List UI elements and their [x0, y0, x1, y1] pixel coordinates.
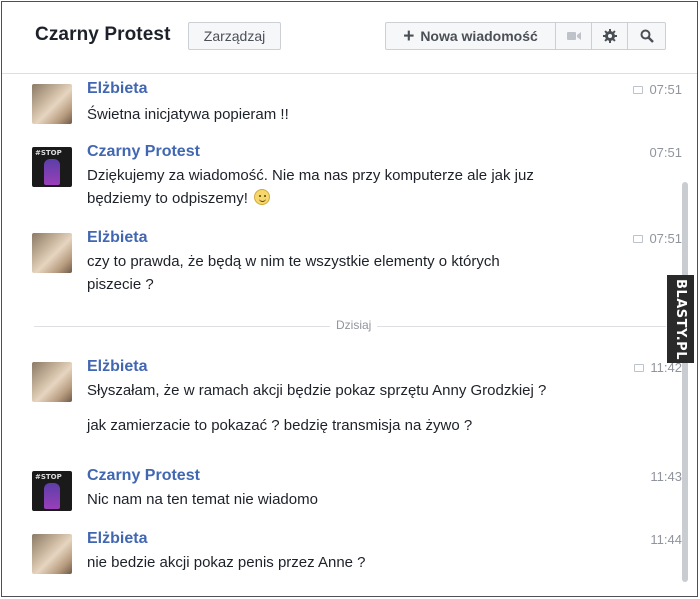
video-icon [566, 32, 581, 40]
avatar[interactable]: #STOP [32, 147, 72, 187]
message-text: czy to prawda, że będą w nim te wszystki… [87, 253, 500, 270]
date-divider-label: Dzisiaj [330, 318, 378, 332]
message-time: 11:43 [650, 469, 682, 484]
message-text: Nic nam na ten temat nie wiadomo [87, 491, 318, 508]
message-text: jak zamierzacie to pokazać ? bedzię tran… [87, 417, 473, 434]
message-time: 11:44 [650, 532, 682, 547]
manage-button[interactable]: Zarządzaj [188, 22, 281, 50]
avatar[interactable] [32, 362, 72, 402]
sender-name[interactable]: Elżbieta [87, 358, 147, 376]
new-message-label: Nowa wiadomość [420, 28, 538, 44]
avatar[interactable] [32, 534, 72, 574]
seen-icon [634, 363, 645, 372]
message-text: Słyszałam, że w ramach akcji będzie poka… [87, 382, 547, 399]
message-item: Elżbieta nie bedzie akcji pokaz penis pr… [32, 530, 687, 580]
seen-icon [633, 85, 644, 94]
message-item: Elżbieta Świetna inicjatywa popieram !! … [32, 80, 687, 130]
smiley-icon [254, 189, 271, 205]
scrollbar[interactable] [682, 182, 688, 582]
protest-figure-icon [44, 483, 60, 509]
video-button[interactable] [556, 22, 592, 50]
plus-icon: + [403, 25, 415, 47]
message-item: Elżbieta czy to prawda, że będą w nim te… [32, 229, 687, 299]
message-item: Elżbieta Słyszałam, że w ramach akcji bę… [32, 358, 687, 438]
avatar[interactable] [32, 84, 72, 124]
message-item: #STOP Czarny Protest Nic nam na ten tema… [32, 467, 687, 517]
message-text: nie bedzie akcji pokaz penis przez Anne … [87, 554, 366, 571]
search-button[interactable] [628, 22, 666, 50]
watermark-logo: BLASTY.PL [667, 275, 694, 363]
message-list: Elżbieta Świetna inicjatywa popieram !! … [2, 75, 697, 597]
conversation-header: Czarny Protest Zarządzaj + Nowa wiadomoś… [2, 2, 697, 74]
settings-button[interactable] [592, 22, 628, 50]
sender-name[interactable]: Elżbieta [87, 530, 147, 548]
gear-icon [602, 29, 617, 43]
avatar[interactable] [32, 233, 72, 273]
page-title: Czarny Protest [35, 24, 171, 45]
sender-name[interactable]: Elżbieta [87, 229, 147, 247]
stop-logo-text: #STOP [35, 473, 62, 481]
stop-logo-text: #STOP [35, 149, 62, 157]
sender-name[interactable]: Czarny Protest [87, 143, 200, 161]
message-time: 07:51 [633, 82, 682, 97]
sender-name[interactable]: Czarny Protest [87, 467, 200, 485]
message-item: #STOP Czarny Protest Dziękujemy za wiado… [32, 143, 687, 213]
chat-window: Czarny Protest Zarządzaj + Nowa wiadomoś… [1, 1, 698, 597]
sender-name[interactable]: Elżbieta [87, 80, 147, 98]
message-time: 07:51 [649, 145, 682, 160]
message-text-line: będziemy to odpiszemy! [87, 187, 271, 210]
search-icon [640, 29, 654, 43]
message-text: Świetna inicjatywa popieram !! [87, 106, 289, 123]
avatar[interactable]: #STOP [32, 471, 72, 511]
seen-icon [633, 234, 644, 243]
new-message-button[interactable]: + Nowa wiadomość [385, 22, 556, 50]
message-time: 07:51 [633, 231, 682, 246]
message-text: Dziękujemy za wiadomość. Nie ma nas przy… [87, 167, 534, 184]
protest-figure-icon [44, 159, 60, 185]
message-text: piszecie ? [87, 276, 154, 293]
